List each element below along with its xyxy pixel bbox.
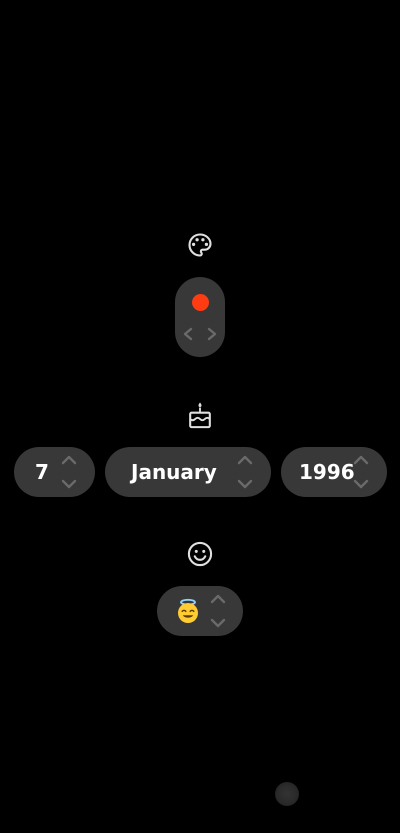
chevron-down-icon[interactable] xyxy=(59,475,79,493)
chevron-left-icon[interactable] xyxy=(180,326,196,342)
day-value: 7 xyxy=(35,460,49,484)
mood-stepper[interactable] xyxy=(206,589,230,633)
chevron-up-icon[interactable] xyxy=(208,590,228,608)
year-picker[interactable]: 1996 xyxy=(281,447,387,497)
month-picker[interactable]: January xyxy=(105,447,271,497)
mood-emoji xyxy=(175,598,201,624)
birthday-cake-icon xyxy=(186,400,214,430)
year-value: 1996 xyxy=(299,460,355,484)
chevron-up-icon[interactable] xyxy=(59,451,79,469)
chevron-up-icon[interactable] xyxy=(351,451,371,469)
chevron-right-icon[interactable] xyxy=(204,326,220,342)
month-value: January xyxy=(131,460,217,484)
chevron-down-icon[interactable] xyxy=(235,475,255,493)
chevron-up-icon[interactable] xyxy=(235,451,255,469)
palette-icon xyxy=(186,231,214,259)
color-picker[interactable] xyxy=(175,277,225,357)
chevron-down-icon[interactable] xyxy=(208,614,228,632)
home-indicator[interactable] xyxy=(275,782,299,806)
month-stepper[interactable] xyxy=(233,450,257,494)
day-picker[interactable]: 7 xyxy=(14,447,95,497)
mood-picker[interactable] xyxy=(157,586,243,636)
chevron-down-icon[interactable] xyxy=(351,475,371,493)
selected-color-swatch[interactable] xyxy=(192,294,209,311)
day-stepper[interactable] xyxy=(57,450,81,494)
year-stepper[interactable] xyxy=(349,450,373,494)
smiley-face-icon xyxy=(186,540,214,568)
